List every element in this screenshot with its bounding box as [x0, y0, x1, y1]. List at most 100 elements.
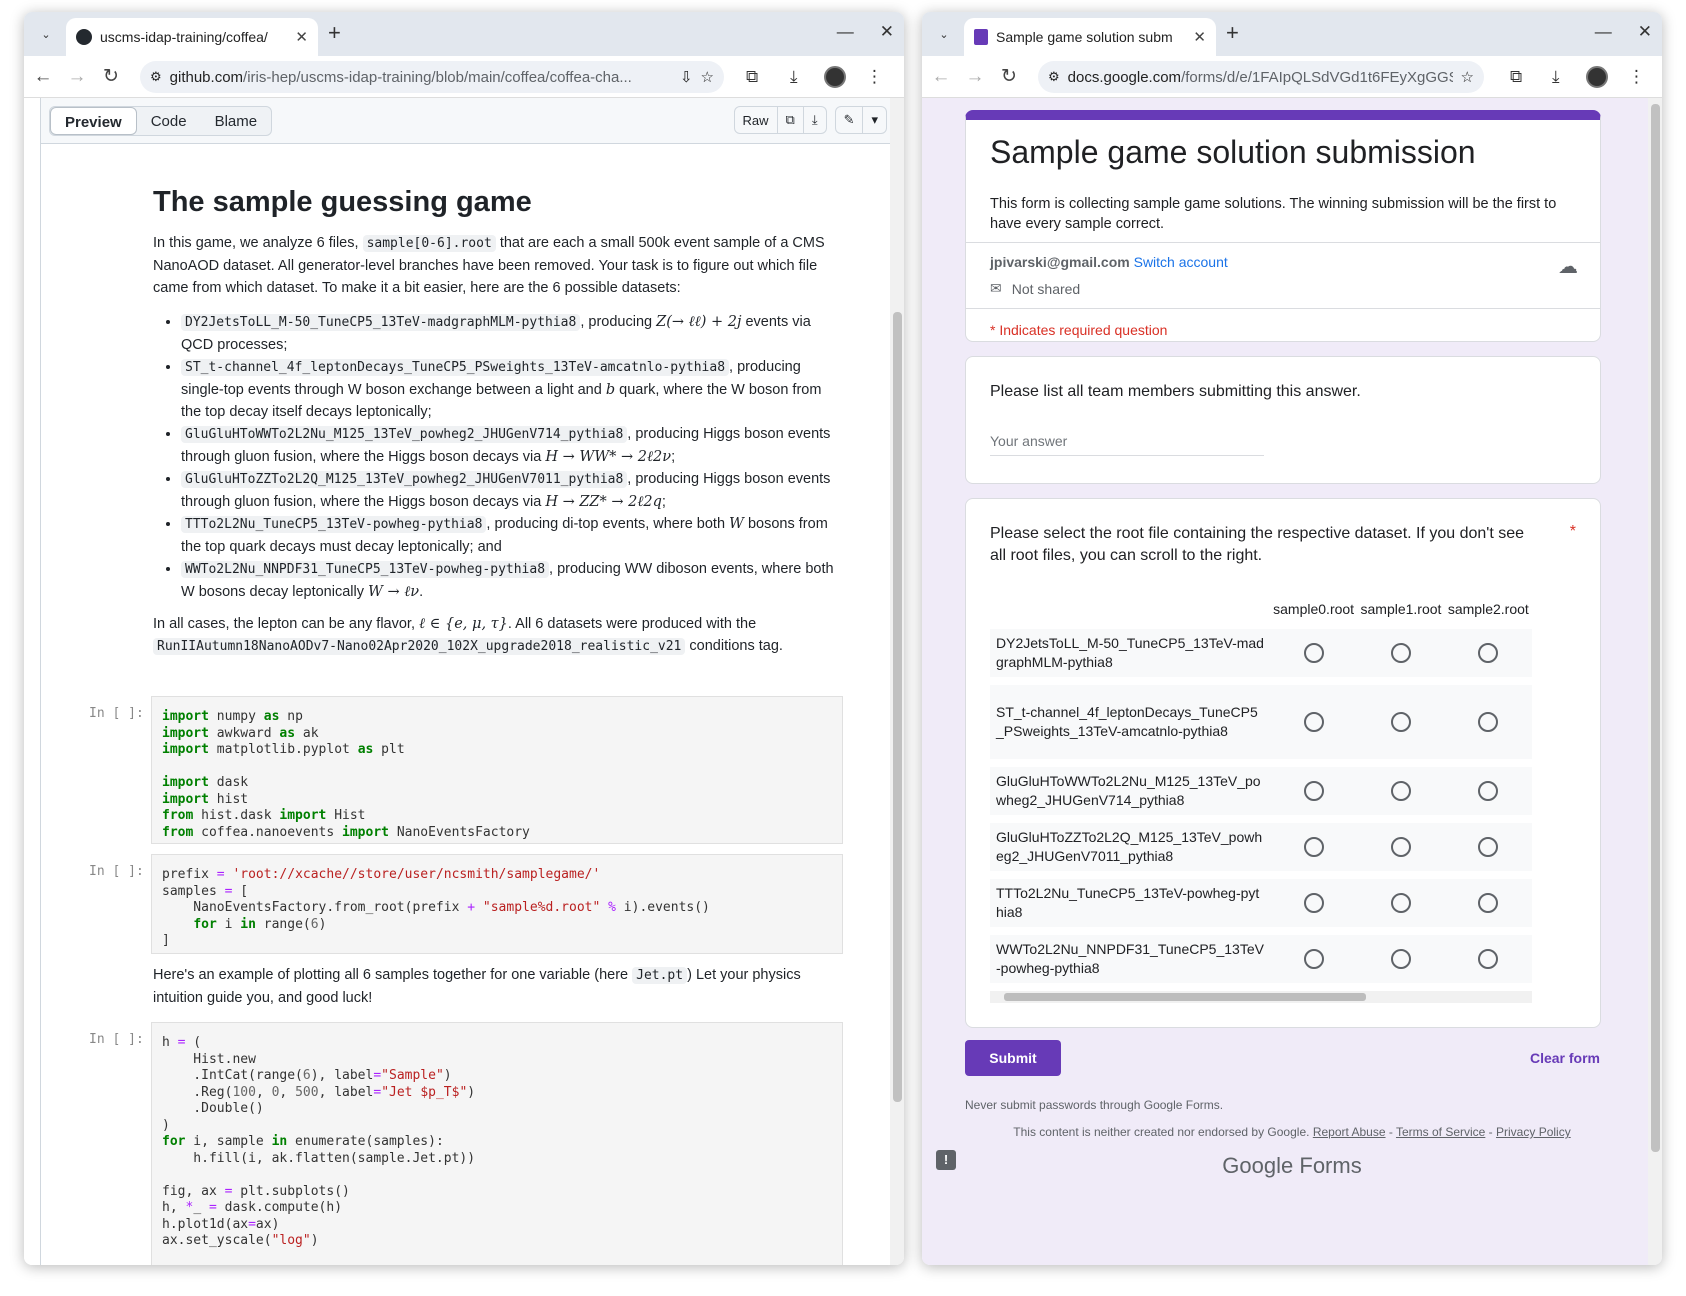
tab-preview[interactable]: Preview	[50, 107, 137, 135]
question-title: Please list all team members submitting …	[990, 383, 1361, 400]
example-code: Jet.pt	[632, 967, 688, 984]
address-bar[interactable]: ⚙ github.com/iris-hep/uscms-idap-trainin…	[140, 61, 724, 93]
switch-account-link[interactable]: Switch account	[1134, 254, 1228, 270]
edit-dropdown-chevron-icon[interactable]: ▾	[863, 107, 886, 133]
downloads-icon[interactable]: ⤓	[790, 67, 798, 87]
divider	[966, 242, 1600, 243]
radio-button[interactable]	[1303, 893, 1324, 913]
grid-row: GluGluHToZZTo2L2Q_M125_13TeV_powheg2_JHU…	[990, 823, 1532, 871]
radio-button[interactable]	[1303, 949, 1324, 969]
radio-button[interactable]	[1391, 643, 1411, 663]
close-window-icon[interactable]: ✕	[1638, 22, 1652, 42]
profile-avatar[interactable]	[824, 66, 846, 88]
site-info-icon[interactable]: ⚙	[1048, 69, 1060, 85]
radio-button[interactable]	[1478, 643, 1499, 663]
reload-icon[interactable]: ↻	[992, 65, 1026, 88]
radio-button[interactable]	[1303, 712, 1324, 732]
tab-blame[interactable]: Blame	[201, 107, 272, 135]
reload-icon[interactable]: ↻	[94, 65, 128, 88]
code-block[interactable]: import numpy as np import awkward as ak …	[151, 696, 843, 844]
code-block[interactable]: prefix = 'root://xcache//store/user/ncsm…	[151, 854, 843, 954]
radio-button[interactable]	[1478, 893, 1499, 913]
terms-link[interactable]: Terms of Service	[1396, 1125, 1485, 1139]
radio-button[interactable]	[1303, 781, 1324, 801]
window-controls: — ✕	[1595, 22, 1652, 42]
tab-search-chevron-icon[interactable]: ⌄	[34, 22, 58, 46]
radio-button[interactable]	[1478, 781, 1499, 801]
code-block[interactable]: h = ( Hist.new .IntCat(range(6), label="…	[151, 1022, 843, 1265]
dataset-code: WWTo2L2Nu_NNPDF31_TuneCP5_13TeV-powheg-p…	[181, 561, 550, 578]
extensions-icon[interactable]: ⧉	[1510, 67, 1522, 87]
close-tab-icon[interactable]: ✕	[295, 28, 308, 46]
extensions-icon[interactable]: ⧉	[746, 67, 758, 87]
site-info-icon[interactable]: ⚙	[150, 69, 162, 85]
scrollbar-thumb[interactable]	[893, 312, 902, 1102]
forward-icon[interactable]: →	[958, 66, 992, 88]
scrollbar-thumb[interactable]	[1004, 993, 1366, 1001]
bookmark-star-icon[interactable]: ☆	[1461, 68, 1474, 86]
google-forms-logo[interactable]: Google Forms	[922, 1153, 1662, 1179]
team-members-input[interactable]: Your answer	[990, 433, 1264, 456]
report-abuse-link[interactable]: Report Abuse	[1313, 1125, 1386, 1139]
address-bar[interactable]: ⚙ docs.google.com/forms/d/e/1FAIpQLSdVGd…	[1038, 61, 1484, 93]
grid-horizontal-scrollbar[interactable]	[990, 991, 1532, 1003]
new-tab-icon[interactable]: +	[328, 20, 341, 46]
minimize-icon[interactable]: —	[1595, 22, 1612, 42]
logo-forms: Forms	[1299, 1153, 1362, 1178]
menu-kebab-icon[interactable]: ⋮	[866, 67, 883, 87]
privacy-link[interactable]: Privacy Policy	[1496, 1125, 1571, 1139]
cloud-saved-icon[interactable]: ☁	[1558, 254, 1578, 279]
close-window-icon[interactable]: ✕	[880, 22, 894, 42]
grid-row: WWTo2L2Nu_NNPDF31_TuneCP5_13TeV-powheg-p…	[990, 935, 1532, 983]
radio-button[interactable]	[1478, 949, 1499, 969]
dataset-math: H → ZZ* → 2ℓ2q	[545, 494, 662, 510]
browser-toolbar: ← → ↻ ⚙ docs.google.com/forms/d/e/1FAIpQ…	[922, 56, 1662, 98]
submit-button[interactable]: Submit	[965, 1040, 1061, 1076]
radio-button[interactable]	[1391, 949, 1411, 969]
edit-pencil-icon[interactable]: ✎	[836, 107, 864, 133]
close-tab-icon[interactable]: ✕	[1193, 28, 1206, 46]
radio-button[interactable]	[1391, 712, 1411, 732]
password-warning: Never submit passwords through Google Fo…	[965, 1098, 1224, 1112]
profile-avatar[interactable]	[1586, 66, 1608, 88]
url-host: github.com	[169, 68, 244, 86]
list-item: GluGluHToZZTo2L2Q_M125_13TeV_powheg2_JHU…	[181, 468, 843, 513]
back-icon[interactable]: ←	[26, 66, 60, 88]
radio-button[interactable]	[1303, 643, 1324, 663]
dataset-desc-end: .	[419, 584, 424, 600]
page-scrollbar[interactable]	[1648, 98, 1662, 1265]
radio-button[interactable]	[1391, 781, 1411, 801]
question-card-grid: Please select the root file containing t…	[965, 498, 1601, 1028]
radio-button[interactable]	[1478, 837, 1499, 857]
tab-code[interactable]: Code	[137, 107, 201, 135]
radio-button[interactable]	[1391, 893, 1411, 913]
back-icon[interactable]: ←	[924, 66, 958, 88]
new-tab-icon[interactable]: +	[1226, 20, 1239, 46]
forward-icon[interactable]: →	[60, 66, 94, 88]
lepton-text-3: conditions tag.	[685, 638, 783, 654]
copy-icon[interactable]: ⧉	[778, 107, 804, 133]
dataset-code: ST_t-channel_4f_leptonDecays_TuneCP5_PSw…	[181, 359, 730, 376]
logo-google: Google	[1222, 1153, 1294, 1178]
radio-button[interactable]	[1303, 837, 1324, 857]
downloads-icon[interactable]: ⤓	[1552, 67, 1560, 87]
dataset-code: GluGluHToWWTo2L2Nu_M125_13TeV_powheg2_JH…	[181, 426, 628, 443]
raw-button[interactable]: Raw	[735, 107, 778, 133]
install-app-icon[interactable]: ⇩	[680, 68, 693, 86]
dataset-desc-end: ;	[661, 494, 666, 510]
tab-github[interactable]: uscms-idap-training/coffea/ ✕	[66, 18, 318, 56]
feedback-icon[interactable]: !	[936, 1150, 956, 1170]
scrollbar-thumb[interactable]	[1651, 104, 1660, 1152]
clear-form-button[interactable]: Clear form	[1530, 1050, 1600, 1066]
download-icon[interactable]: ⤓	[804, 107, 826, 133]
minimize-icon[interactable]: —	[837, 22, 854, 42]
radio-button[interactable]	[1391, 837, 1411, 857]
grid-column-header: sample1.root	[1360, 601, 1442, 617]
page-scrollbar[interactable]	[890, 98, 904, 1265]
menu-kebab-icon[interactable]: ⋮	[1628, 67, 1645, 87]
tab-search-chevron-icon[interactable]: ⌄	[932, 22, 956, 46]
bookmark-star-icon[interactable]: ☆	[701, 68, 714, 86]
grid-row-label: DY2JetsToLL_M-50_TuneCP5_13TeV-madgraphM…	[996, 635, 1264, 670]
tab-google-forms[interactable]: Sample game solution subm ✕	[964, 18, 1216, 56]
radio-button[interactable]	[1478, 712, 1499, 732]
